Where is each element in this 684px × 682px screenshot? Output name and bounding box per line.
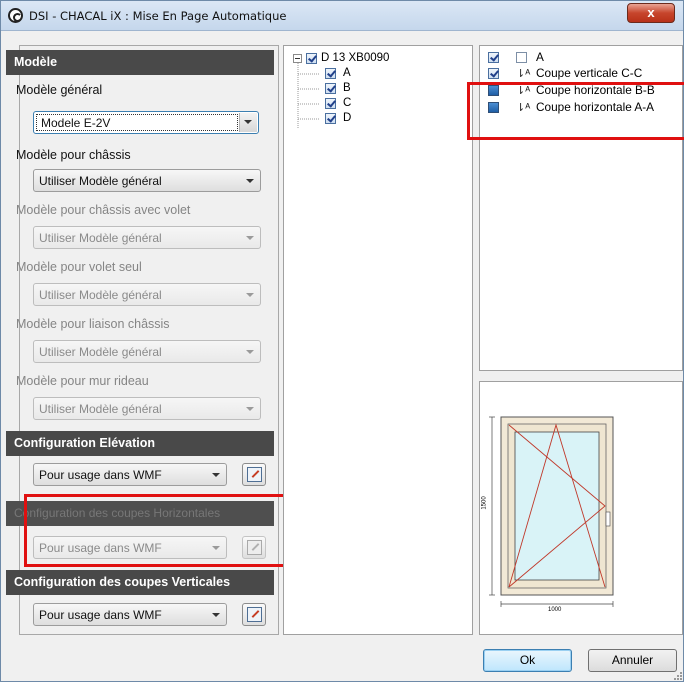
config-vert-combo[interactable]: Pour usage dans WMF <box>33 603 227 626</box>
tree-item-a[interactable]: A <box>343 67 351 79</box>
chassis-combo[interactable]: Utiliser Modèle général <box>33 169 261 192</box>
tree-item-c[interactable]: C <box>343 97 351 109</box>
edit-config-icon <box>247 607 262 622</box>
dialog-window: DSI - CHACAL iX : Mise En Page Automatiq… <box>0 0 684 682</box>
section-header-modele: Modèle <box>6 50 274 75</box>
volet-seul-value: Utiliser Modèle général <box>39 288 162 302</box>
tree-item-checkbox[interactable] <box>325 98 336 109</box>
chassis-volet-combo[interactable]: Utiliser Modèle général <box>33 226 261 249</box>
chevron-down-icon <box>212 473 220 477</box>
modele-general-value: Modele E-2V <box>36 114 238 131</box>
tree-item-checkbox[interactable] <box>325 113 336 124</box>
elevation-icon <box>516 52 527 63</box>
view-item-coupe-vert-cc[interactable]: Coupe verticale C-C <box>536 66 642 80</box>
chevron-down-icon <box>246 179 254 183</box>
highlight-frame <box>24 494 290 567</box>
config-elevation-combo[interactable]: Pour usage dans WMF <box>33 463 227 486</box>
config-vert-value: Pour usage dans WMF <box>39 608 162 622</box>
tree-item-checkbox[interactable] <box>325 83 336 94</box>
edit-vert-button[interactable] <box>242 603 266 626</box>
edit-config-icon <box>247 467 262 482</box>
chevron-down-icon <box>246 236 254 240</box>
view-item-a[interactable]: A <box>536 50 544 64</box>
element-tree[interactable]: D 13 XB0090 A B C D <box>283 45 473 635</box>
config-elevation-value: Pour usage dans WMF <box>39 468 162 482</box>
mur-rideau-value: Utiliser Modèle général <box>39 402 162 416</box>
width-dimension: 1000 <box>548 607 562 613</box>
tree-item-b[interactable]: B <box>343 82 351 94</box>
cancel-button[interactable]: Annuler <box>588 649 677 672</box>
liaison-label: Modèle pour liaison châssis <box>16 317 170 331</box>
tree-item-checkbox[interactable] <box>325 68 336 79</box>
view-checkbox[interactable] <box>488 68 499 79</box>
window-drawing <box>489 416 614 607</box>
title-bar[interactable]: DSI - CHACAL iX : Mise En Page Automatiq… <box>1 1 683 31</box>
resize-grip-icon[interactable] <box>673 671 683 681</box>
chevron-down-icon <box>244 120 252 124</box>
chassis-label: Modèle pour châssis <box>16 148 131 162</box>
app-logo-icon <box>8 8 23 23</box>
section-header-verticales: Configuration des coupes Verticales <box>6 570 274 595</box>
mur-rideau-combo[interactable]: Utiliser Modèle général <box>33 397 261 420</box>
volet-seul-combo[interactable]: Utiliser Modèle général <box>33 283 261 306</box>
mur-rideau-label: Modèle pour mur rideau <box>16 374 149 388</box>
height-dimension: 1500 <box>481 496 488 510</box>
view-checkbox[interactable] <box>488 52 499 63</box>
highlight-frame <box>467 82 684 140</box>
chevron-down-icon <box>246 407 254 411</box>
window-title: DSI - CHACAL iX : Mise En Page Automatiq… <box>29 9 287 23</box>
chassis-volet-value: Utiliser Modèle général <box>39 231 162 245</box>
liaison-combo[interactable]: Utiliser Modèle général <box>33 340 261 363</box>
modele-general-label: Modèle général <box>16 83 103 97</box>
chassis-volet-label: Modèle pour châssis avec volet <box>16 203 191 217</box>
window-preview: 1500 1000 <box>479 381 683 635</box>
ok-button[interactable]: Ok <box>483 649 572 672</box>
tree-item-d[interactable]: D <box>343 112 351 124</box>
collapse-icon[interactable] <box>293 54 302 63</box>
section-cut-icon: ⇂ᴬ <box>516 68 531 80</box>
edit-elevation-button[interactable] <box>242 463 266 486</box>
tree-root-label[interactable]: D 13 XB0090 <box>321 52 389 64</box>
volet-seul-label: Modèle pour volet seul <box>16 260 142 274</box>
chassis-value: Utiliser Modèle général <box>39 174 162 188</box>
chevron-down-icon <box>212 613 220 617</box>
modele-general-combo[interactable]: Modele E-2V <box>33 111 259 134</box>
dropdown-button[interactable] <box>239 113 257 132</box>
section-header-elevation: Configuration Elévation <box>6 431 274 456</box>
chevron-down-icon <box>246 293 254 297</box>
liaison-value: Utiliser Modèle général <box>39 345 162 359</box>
tree-root-checkbox[interactable] <box>306 53 317 64</box>
chevron-down-icon <box>246 350 254 354</box>
close-button[interactable]: x <box>627 3 675 23</box>
